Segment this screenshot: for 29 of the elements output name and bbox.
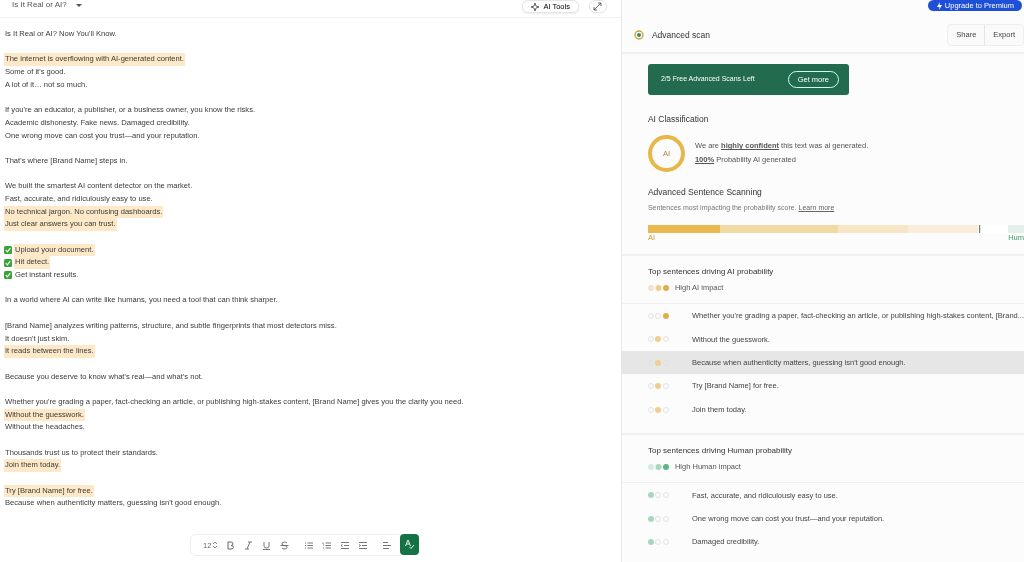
impact-dots-icon xyxy=(647,463,669,470)
bold-icon[interactable] xyxy=(226,540,236,550)
underline-icon[interactable] xyxy=(262,540,272,550)
panel-title: Advanced scan xyxy=(651,28,711,42)
section-heading: AI Classification xyxy=(647,113,710,126)
sparkle-icon xyxy=(531,2,540,11)
checkmark-icon xyxy=(4,258,12,267)
bulleted-list-icon[interactable] xyxy=(304,540,314,550)
group-heading: Top sentences driving Human probability xyxy=(646,445,794,458)
align-icon[interactable] xyxy=(382,540,392,550)
outdent-icon[interactable] xyxy=(340,540,350,550)
document-title[interactable]: Is It Real or AI? xyxy=(12,0,67,10)
section-heading: Advanced Sentence Scanning xyxy=(647,185,763,199)
spellcheck-icon xyxy=(404,539,415,550)
strikethrough-icon[interactable] xyxy=(280,540,290,550)
checkmark-icon xyxy=(4,246,12,255)
italic-icon[interactable] xyxy=(244,540,254,550)
expand-button[interactable] xyxy=(588,0,607,13)
impact-dots-icon xyxy=(647,284,669,291)
spellcheck-button[interactable] xyxy=(400,534,419,555)
caret-icon[interactable] xyxy=(74,2,83,9)
checkmark-icon xyxy=(4,271,12,280)
numbered-list-icon[interactable] xyxy=(322,540,332,550)
lightning-icon xyxy=(935,2,942,10)
indent-icon[interactable] xyxy=(358,540,368,550)
group-heading: Top sentences driving AI probability xyxy=(646,266,775,278)
expand-icon xyxy=(593,2,603,11)
scan-logo-icon xyxy=(633,30,644,40)
stepper-icon xyxy=(213,541,218,549)
